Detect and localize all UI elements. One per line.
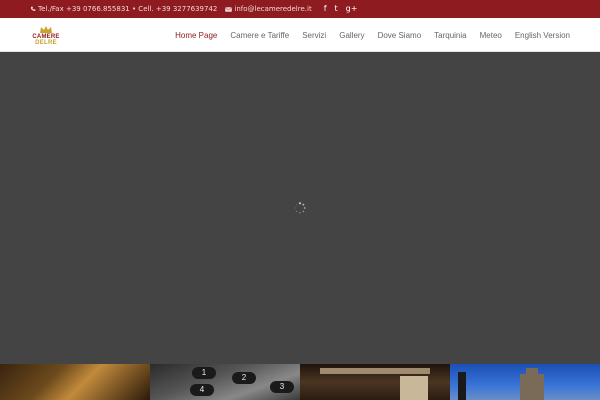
logo-line-2: DELRE	[35, 40, 57, 46]
hero-slider[interactable]	[0, 52, 600, 364]
wooden-beam	[320, 368, 430, 374]
facebook-icon[interactable]: f	[324, 0, 327, 18]
site-header: CAMERE DELRE Home Page Camere e Tariffe …	[0, 18, 600, 52]
email-link[interactable]: info@lecameredelre.it	[234, 0, 311, 18]
keypad-key: 3	[270, 381, 294, 393]
thumbnail-interior[interactable]	[300, 364, 450, 400]
google-plus-icon[interactable]: g+	[346, 0, 358, 18]
keypad-key: 1	[192, 367, 216, 379]
tower-shape	[520, 374, 544, 400]
nav-home-page[interactable]: Home Page	[175, 31, 217, 40]
twitter-icon[interactable]: t	[335, 0, 338, 18]
nav-tarquinia[interactable]: Tarquinia	[434, 31, 466, 40]
nav-english-version[interactable]: English Version	[515, 31, 570, 40]
phone-info: Tel./Fax +39 0766.855831 • Cell. +39 327…	[30, 0, 217, 18]
top-info-bar: Tel./Fax +39 0766.855831 • Cell. +39 327…	[0, 0, 600, 18]
nav-gallery[interactable]: Gallery	[339, 31, 364, 40]
nav-camere-e-tariffe[interactable]: Camere e Tariffe	[230, 31, 289, 40]
keypad-key: 4	[190, 384, 214, 396]
thumbnail-dining[interactable]	[0, 364, 150, 400]
keypad-key: 2	[232, 372, 256, 384]
thumbnail-tower[interactable]	[450, 364, 600, 400]
main-nav: Home Page Camere e Tariffe Servizi Galle…	[175, 18, 570, 52]
email-info[interactable]: info@lecameredelre.it	[225, 0, 312, 18]
site-logo[interactable]: CAMERE DELRE	[32, 26, 60, 48]
crown-icon	[40, 26, 52, 33]
nav-meteo[interactable]: Meteo	[480, 31, 502, 40]
nav-servizi[interactable]: Servizi	[302, 31, 326, 40]
envelope-icon	[225, 6, 233, 12]
tower-top	[526, 368, 538, 376]
loading-spinner-icon	[294, 202, 306, 214]
thumbnail-phone-keypad[interactable]: 1 2 4 3	[150, 364, 300, 400]
gallery-thumbnails: 1 2 4 3	[0, 364, 600, 400]
phone-text: Tel./Fax +39 0766.855831 • Cell. +39 327…	[38, 5, 218, 13]
phone-icon	[30, 6, 36, 11]
nav-dove-siamo[interactable]: Dove Siamo	[378, 31, 422, 40]
social-links: f t g+	[324, 0, 358, 18]
street-lamp	[458, 372, 466, 400]
wall-panel	[400, 376, 428, 400]
